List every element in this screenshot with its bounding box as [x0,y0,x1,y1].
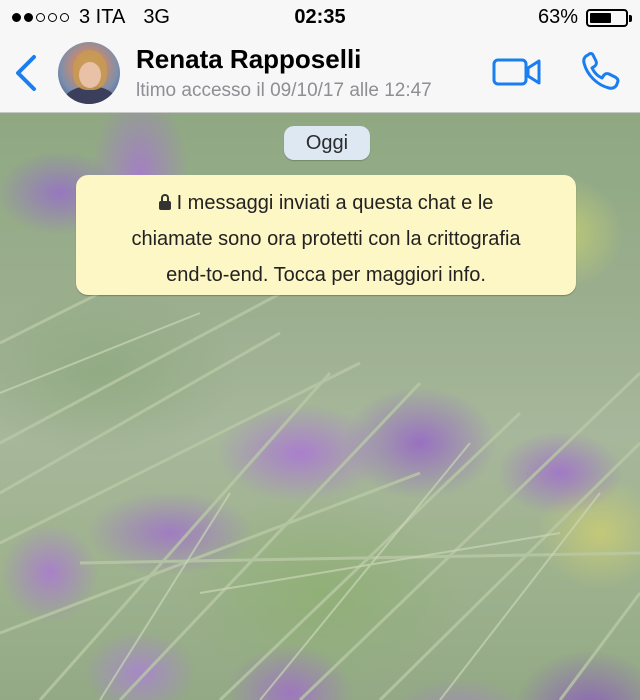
back-button[interactable] [8,50,44,96]
lock-icon [158,194,171,210]
video-call-button[interactable] [492,56,542,88]
avatar-face [79,62,101,88]
date-separator: Oggi [284,126,370,160]
status-right: 63% [537,6,632,29]
encryption-line-2: chiamate sono ora protetti con la critto… [131,228,521,250]
phone-icon [582,52,620,90]
encryption-text-1: I messaggi inviati a questa chat e le [176,192,494,214]
encryption-line-3: end-to-end. Tocca per maggiori info. [166,264,486,286]
voice-call-button[interactable] [578,50,622,94]
contact-name[interactable]: Renata Rapposelli [136,44,361,75]
encryption-line-1: I messaggi inviati a questa chat e le [92,185,560,221]
chat-screen: 3 ITA 3G 02:35 63% Renata Rapposelli lti… [0,0,640,700]
contact-avatar[interactable] [58,42,120,104]
battery-icon [586,8,632,27]
encryption-notice[interactable]: I messaggi inviati a questa chat e le ch… [76,175,576,295]
video-camera-icon [492,58,541,86]
battery-fill [590,12,611,23]
battery-tip [629,14,632,22]
chat-header: Renata Rapposelli ltimo accesso il 09/10… [0,36,640,113]
chat-wallpaper[interactable]: Oggi I messaggi inviati a questa chat e … [0,113,640,700]
last-seen-status: ltimo accesso il 09/10/17 alle 12:47 [136,80,432,101]
status-bar: 3 ITA 3G 02:35 63% [0,0,640,36]
chevron-left-icon [16,55,36,91]
battery-percent: 63% [537,6,578,28]
